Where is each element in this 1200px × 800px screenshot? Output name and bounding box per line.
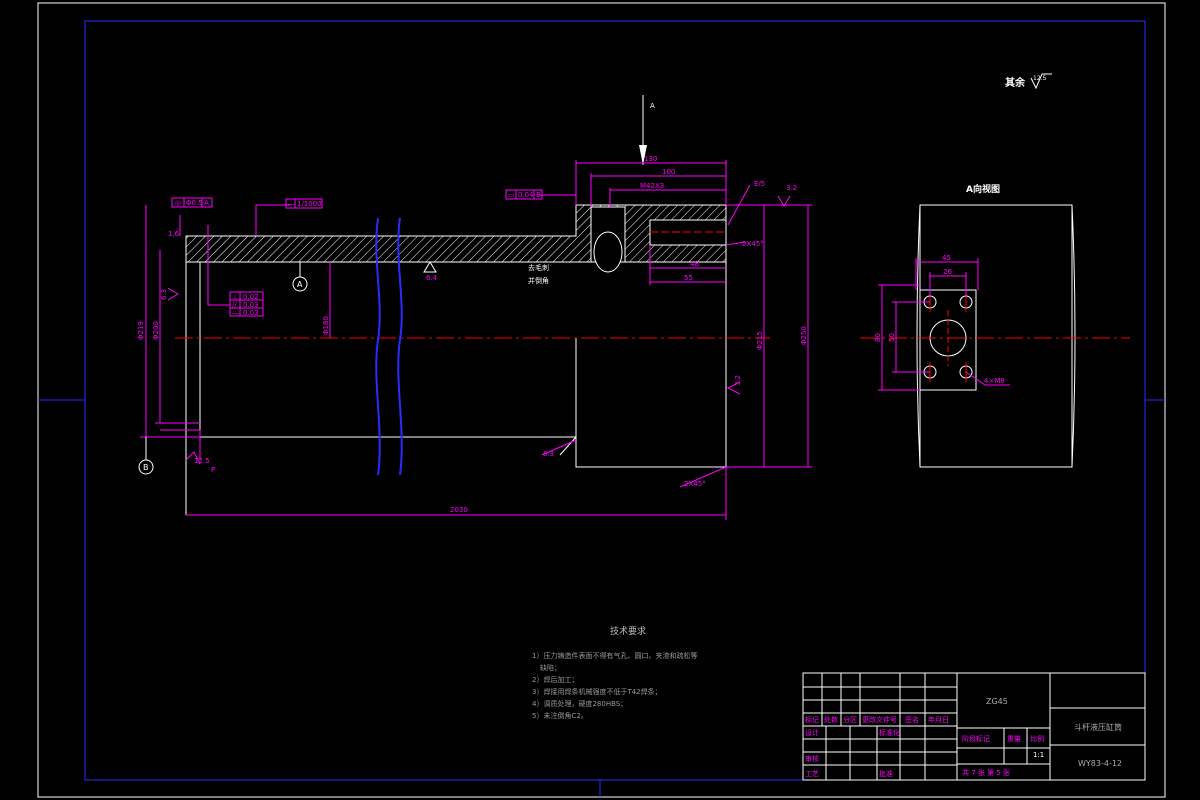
role-design: 设计 [805,728,819,737]
view-dim-26: 26 [943,268,952,276]
notes-title: 技术要求 [610,625,646,637]
role-approve: 批准 [879,769,893,778]
role-process: 工艺 [805,770,819,778]
view-dim-holes: 4×M8 [984,377,1005,385]
dim-chamfer-1: 2X45° [742,240,764,248]
note-line-5: 4）调质处理，硬度280HBS； [532,699,627,708]
dim-215: Φ215 [756,331,764,350]
view-arrow-label: A [650,102,655,110]
material: ZG45 [986,697,1008,706]
note-line-6: 5）未注倒角C2。 [532,711,588,720]
header-3: 分区 [843,715,857,724]
roughness-icon-6 [423,261,437,273]
view-dim-80: 80 [874,333,882,342]
main-view [175,204,770,515]
roughness-label: 其余 [1005,76,1026,89]
dim-total-length: 2030 [450,506,468,514]
section-view-dimensions [878,258,1010,391]
section-view-title: A向视图 [966,183,1000,195]
tol-group-val-3: 0.03 [243,309,259,317]
weld-note-1: 去毛刺 [528,263,549,272]
dim-130: 130 [644,155,657,163]
part-name: 斗杆液压缸筒 [1074,722,1122,732]
hatched-section [185,204,727,263]
dim-180: Φ180 [322,316,330,335]
roughness-r2: 6.3 [160,289,168,300]
weld-note-2: 并倒角 [528,276,549,285]
dim-48: 48 [690,260,699,268]
drawing-canvas: 其余 12.5 A 130 100 M42X3 48 55 2X45° 2X45… [37,2,1166,798]
view-dim-45: 45 [942,254,951,262]
dim-250: Φ250 [800,326,808,345]
note-line-1: 1）压力铸造件表面不得有气孔、圆口、夹渣和疏松等 [532,651,697,660]
roughness-icon-2 [167,287,179,301]
tol-flatness-sym: ▭ [508,191,515,199]
datum-a: A [292,262,308,292]
drawing-number: WY83-4-12 [1078,759,1122,768]
datum-a-label: A [297,280,303,289]
dim-55: 55 [684,274,693,282]
tol-concentricity-sym: ◎ [175,199,181,207]
section-view: A向视图 [860,183,1130,468]
datum-b: B [138,437,154,475]
tol-flatness-datum: B [536,191,541,199]
header-2: 处数 [824,715,838,724]
header-1: 标记 [805,715,819,724]
roughness-r5: 6.3 [543,450,554,458]
pin-bore-circle [593,231,623,273]
dim-219: Φ219 [137,321,145,340]
note-line-4: 3）焊接用焊条机械强度不低于T42焊条； [532,687,662,696]
dim-200: Φ200 [152,321,160,340]
roughness-note: 其余 12.5 [1005,73,1052,90]
roughness-value: 12.5 [1033,75,1047,82]
view-outline [919,204,1073,468]
scale-label: 比例 [1030,734,1044,743]
tol-group-sym-1: ⊥ [232,293,238,301]
roughness-r1: 3.2 [786,184,797,192]
roughness-r4: 1.6 [168,230,180,238]
tol-concentricity-val: Φ0.5 [186,199,203,207]
view-dim-50: 50 [888,333,896,342]
tol-group-sym-3: — [232,309,239,317]
header-5: 签名 [905,715,919,724]
weld-p-label: P [211,466,215,474]
e-label: E/5 [754,180,765,188]
datum-b-label: B [143,463,149,472]
inner-frame [84,20,1146,781]
tol-straightness-val: 1/1000 [297,200,322,208]
dim-thread: M42X3 [640,182,664,190]
tol-group-val-1: 0.02 [243,293,259,301]
role-standard: 标准化 [879,728,900,737]
roughness-r7: 12.5 [194,457,210,465]
technical-notes: 技术要求 1）压力铸造件表面不得有气孔、圆口、夹渣和疏松等 缺陷； 2）焊后加工… [532,625,697,720]
role-review: 审核 [805,754,819,763]
stage-label: 阶段标记 [962,734,990,743]
sheets: 共 7 张 第 5 张 [962,768,1010,777]
tol-group-val-2: 0.03 [243,301,259,309]
dim-chamfer-2: 2X45° [684,480,706,488]
outer-frame [37,2,1166,798]
roughness-r6: 6.4 [426,274,438,282]
tol-flatness-val: 0.04 [518,191,534,199]
tol-group-sym-2: /∕ [232,301,237,309]
header-4: 更改文件号 [862,715,897,724]
note-line-3: 2）焊后加工； [532,675,578,684]
tol-straightness-sym: — [288,200,295,208]
tol-concentricity-datum: A [204,199,209,207]
dim-100: 100 [662,168,675,176]
header-6: 年月日 [928,715,949,724]
scale: 1:1 [1033,751,1044,759]
weight-label: 重量 [1007,735,1021,743]
note-line-2: 缺陷； [540,663,561,672]
